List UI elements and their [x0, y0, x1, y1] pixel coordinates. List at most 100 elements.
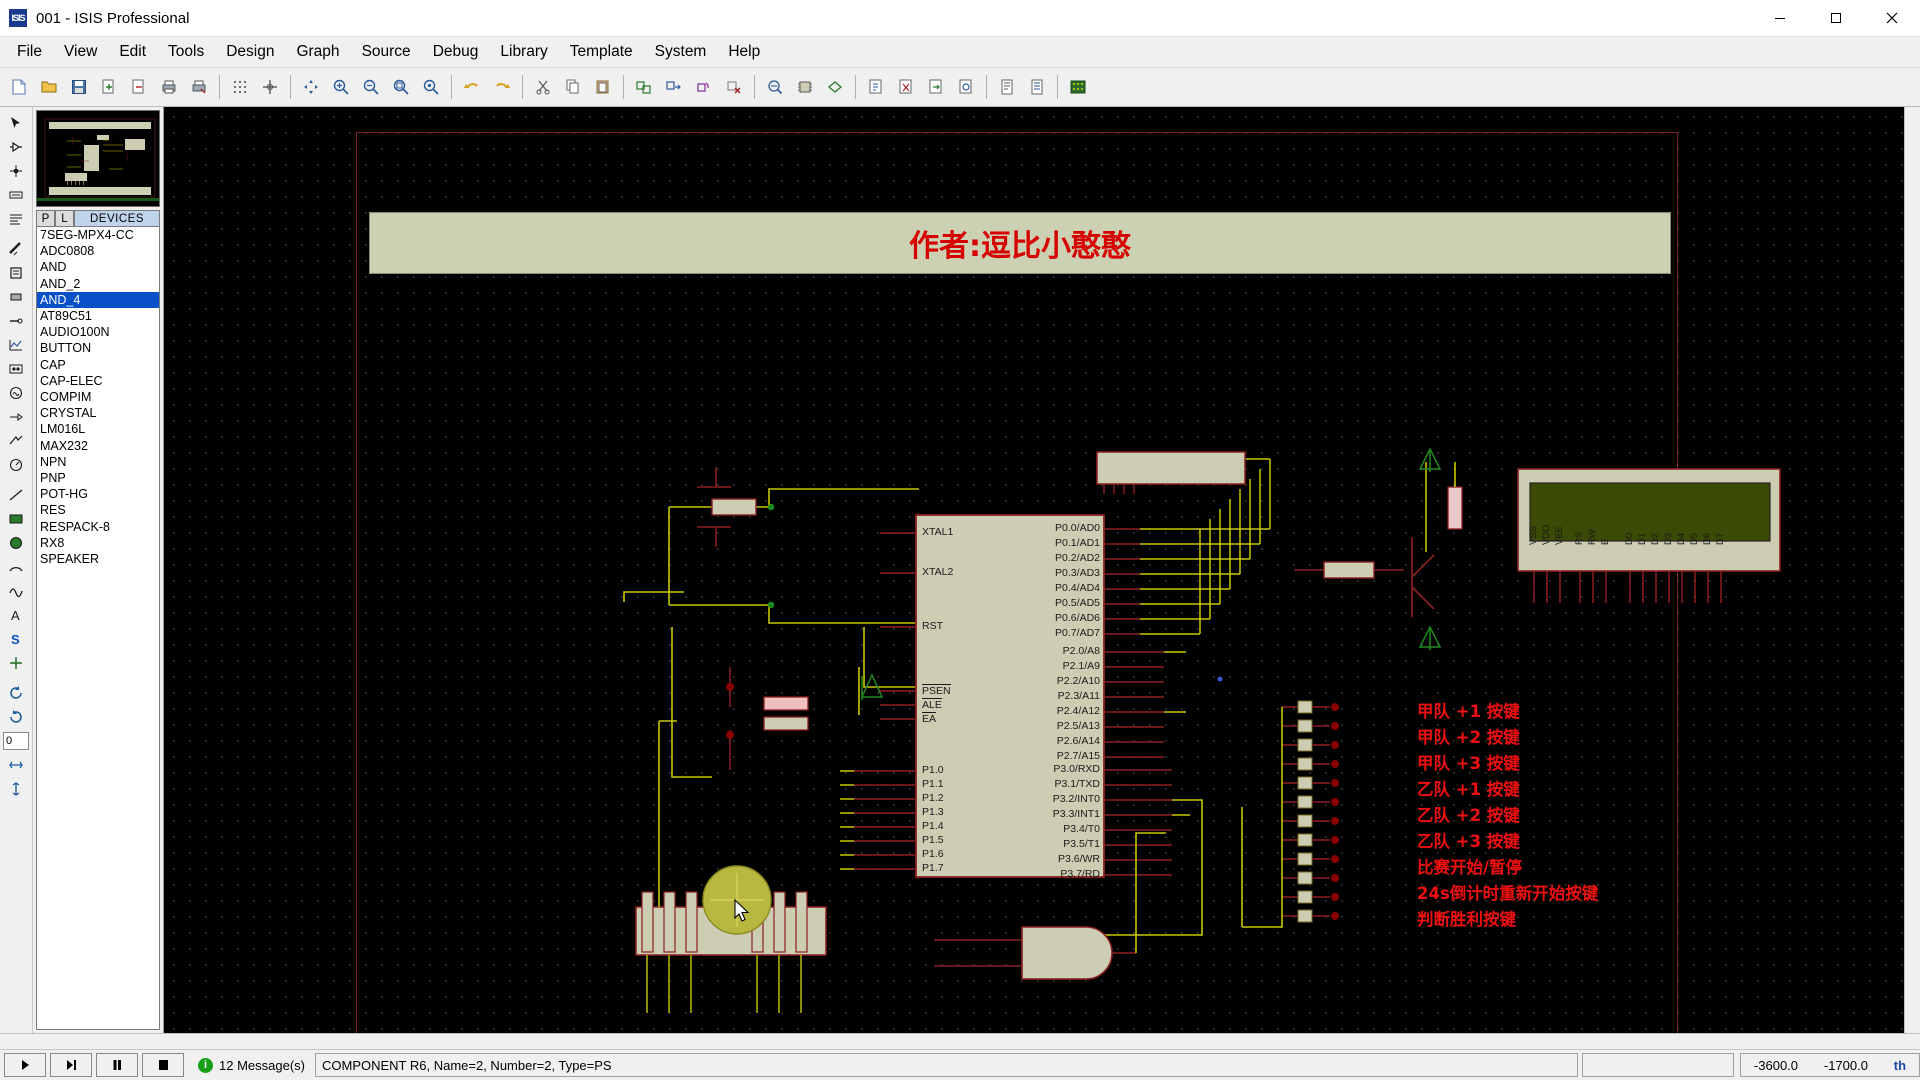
menu-tools[interactable]: Tools	[157, 39, 215, 65]
2d-marker-icon[interactable]	[3, 651, 29, 674]
block-rotate-icon[interactable]	[690, 72, 718, 102]
schematic-canvas[interactable]: 作者:逗比小憨憨 基于51单片机篮球计时计分器的设计与制作	[164, 107, 1920, 1033]
menu-file[interactable]: File	[6, 39, 53, 65]
menu-graph[interactable]: Graph	[285, 39, 350, 65]
2d-box-icon[interactable]	[3, 507, 29, 530]
menu-edit[interactable]: Edit	[108, 39, 157, 65]
device-item[interactable]: COMPIM	[37, 389, 159, 405]
bom-report-icon[interactable]	[993, 72, 1021, 102]
message-indicator[interactable]: i 12 Message(s)	[198, 1057, 305, 1073]
device-item-selected[interactable]: AND_4	[37, 291, 159, 309]
packaging-icon[interactable]	[821, 72, 849, 102]
2d-arc-icon[interactable]	[3, 555, 29, 578]
close-button[interactable]	[1864, 0, 1920, 36]
zoom-sheet-icon[interactable]	[952, 72, 980, 102]
paste-icon[interactable]	[589, 72, 617, 102]
bus-mode-icon[interactable]	[3, 237, 29, 260]
wire-label-mode-icon[interactable]	[3, 183, 29, 206]
zoom-all-icon[interactable]	[417, 72, 445, 102]
make-device-icon[interactable]	[791, 72, 819, 102]
device-item[interactable]: ADC0808	[37, 243, 159, 259]
generator-mode-icon[interactable]	[3, 381, 29, 404]
minimize-button[interactable]	[1752, 0, 1808, 36]
play-button[interactable]	[4, 1053, 46, 1077]
device-item[interactable]: RX8	[37, 535, 159, 551]
menu-view[interactable]: View	[53, 39, 108, 65]
devices-col-l[interactable]: L	[55, 210, 74, 227]
canvas-horizontal-scrollbar[interactable]	[0, 1033, 1920, 1049]
menu-source[interactable]: Source	[351, 39, 422, 65]
graph-mode-icon[interactable]	[3, 333, 29, 356]
new-file-icon[interactable]	[5, 72, 33, 102]
cut-icon[interactable]	[529, 72, 557, 102]
redo-icon[interactable]	[488, 72, 516, 102]
device-item[interactable]: CAP	[37, 357, 159, 373]
junction-dot-icon[interactable]	[3, 159, 29, 182]
open-file-icon[interactable]	[35, 72, 63, 102]
block-copy-icon[interactable]	[630, 72, 658, 102]
device-item[interactable]: AND	[37, 259, 159, 275]
device-item[interactable]: NPN	[37, 454, 159, 470]
menu-library[interactable]: Library	[489, 39, 558, 65]
device-item[interactable]: LM016L	[37, 421, 159, 437]
device-item[interactable]: AUDIO100N	[37, 324, 159, 340]
2d-symbol-icon[interactable]: S	[3, 627, 29, 650]
rotate-clockwise-icon[interactable]	[3, 681, 29, 704]
netlist-icon[interactable]	[1023, 72, 1051, 102]
current-probe-icon[interactable]	[3, 429, 29, 452]
stop-button[interactable]	[142, 1053, 184, 1077]
save-file-icon[interactable]	[65, 72, 93, 102]
menu-template[interactable]: Template	[559, 39, 644, 65]
ares-icon[interactable]	[1064, 72, 1092, 102]
device-item[interactable]: 7SEG-MPX4-CC	[37, 227, 159, 243]
2d-path-icon[interactable]	[3, 579, 29, 602]
2d-text-icon[interactable]: A	[3, 603, 29, 626]
print-area-icon[interactable]	[185, 72, 213, 102]
maximize-button[interactable]	[1808, 0, 1864, 36]
grid-icon[interactable]	[226, 72, 254, 102]
device-item[interactable]: CRYSTAL	[37, 405, 159, 421]
voltage-probe-icon[interactable]	[3, 405, 29, 428]
mirror-vertical-icon[interactable]	[3, 777, 29, 800]
print-icon[interactable]	[155, 72, 183, 102]
zoom-out-icon[interactable]	[357, 72, 385, 102]
device-item[interactable]: MAX232	[37, 438, 159, 454]
undo-icon[interactable]	[458, 72, 486, 102]
new-sheet-icon[interactable]	[862, 72, 890, 102]
menu-design[interactable]: Design	[215, 39, 285, 65]
devices-list[interactable]: 7SEG-MPX4-CC ADC0808 AND AND_2 AND_4 AT8…	[36, 227, 160, 1030]
pause-button[interactable]	[96, 1053, 138, 1077]
device-item[interactable]: AT89C51	[37, 308, 159, 324]
step-button[interactable]	[50, 1053, 92, 1077]
rotation-angle-field[interactable]: 0	[3, 732, 29, 750]
device-item[interactable]: SPEAKER	[37, 551, 159, 567]
tape-recorder-icon[interactable]	[3, 357, 29, 380]
remove-sheet-icon[interactable]	[892, 72, 920, 102]
mirror-horizontal-icon[interactable]	[3, 753, 29, 776]
device-item[interactable]: BUTTON	[37, 340, 159, 356]
device-item[interactable]: RESPACK-8	[37, 519, 159, 535]
overview-preview[interactable]: =D	[36, 110, 160, 207]
2d-line-icon[interactable]	[3, 483, 29, 506]
device-item[interactable]: CAP-ELEC	[37, 373, 159, 389]
device-item[interactable]: PNP	[37, 470, 159, 486]
virtual-instrument-icon[interactable]	[3, 453, 29, 476]
pan-icon[interactable]	[297, 72, 325, 102]
block-move-icon[interactable]	[660, 72, 688, 102]
subcircuit-mode-icon[interactable]	[3, 261, 29, 284]
canvas-vertical-scrollbar[interactable]	[1904, 107, 1920, 1033]
origin-icon[interactable]	[256, 72, 284, 102]
import-icon[interactable]	[95, 72, 123, 102]
copy-icon[interactable]	[559, 72, 587, 102]
terminals-mode-icon[interactable]	[3, 285, 29, 308]
block-delete-icon[interactable]	[720, 72, 748, 102]
menu-system[interactable]: System	[644, 39, 718, 65]
text-script-mode-icon[interactable]	[3, 207, 29, 230]
device-item[interactable]: RES	[37, 502, 159, 518]
zoom-in-icon[interactable]	[327, 72, 355, 102]
component-mode-icon[interactable]	[3, 135, 29, 158]
devices-col-p[interactable]: P	[36, 210, 55, 227]
selection-mode-icon[interactable]	[3, 111, 29, 134]
device-item[interactable]: POT-HG	[37, 486, 159, 502]
menu-debug[interactable]: Debug	[422, 39, 490, 65]
